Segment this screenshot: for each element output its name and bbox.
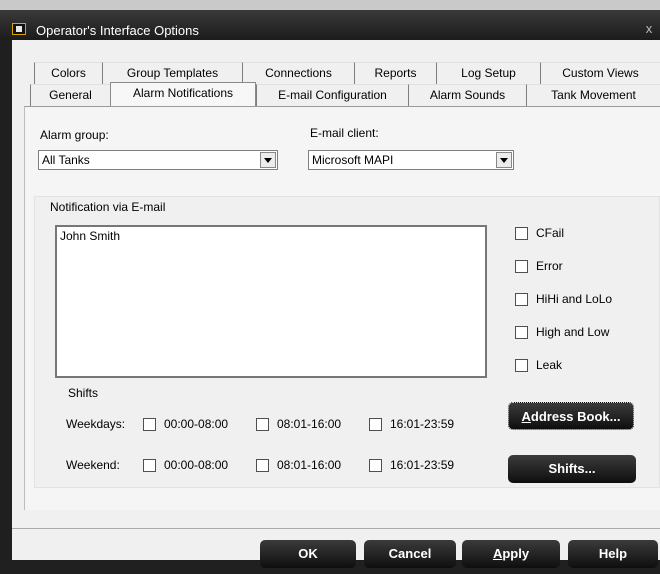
weekday-shift2-label: 08:01-16:00 (277, 417, 342, 431)
email-client-select[interactable]: Microsoft MAPI (308, 150, 514, 170)
high-low-checkbox[interactable] (515, 326, 528, 339)
weekend-shift3-label: 16:01-23:59 (390, 458, 455, 472)
tab-connections[interactable]: Connections (242, 62, 354, 84)
tab-reports[interactable]: Reports (354, 62, 436, 84)
window-frame-left (0, 40, 12, 574)
alarm-group-label: Alarm group: (40, 128, 109, 142)
weekday-shift1-checkbox[interactable] (143, 418, 156, 431)
tab-colors[interactable]: Colors (34, 62, 102, 84)
weekend-shift1-checkbox[interactable] (143, 459, 156, 472)
ok-button[interactable]: OK (260, 540, 356, 568)
chevron-down-icon[interactable] (260, 152, 276, 168)
tab-group-templates[interactable]: Group Templates (102, 62, 242, 84)
leak-checkbox[interactable] (515, 359, 528, 372)
weekdays-label: Weekdays: (66, 417, 126, 431)
weekend-label: Weekend: (66, 458, 120, 472)
hihi-lolo-label: HiHi and LoLo (536, 292, 613, 306)
help-button[interactable]: Help (568, 540, 658, 568)
leak-label: Leak (536, 358, 563, 372)
title-bar: Operator's Interface Options x (0, 0, 660, 40)
tab-log-setup[interactable]: Log Setup (436, 62, 540, 84)
weekday-shift2-checkbox[interactable] (256, 418, 269, 431)
tab-email-configuration[interactable]: E-mail Configuration (256, 84, 408, 106)
close-icon[interactable]: x (642, 21, 656, 36)
weekday-shift1-label: 00:00-08:00 (164, 417, 229, 431)
email-client-value: Microsoft MAPI (312, 153, 394, 167)
shifts-button[interactable]: Shifts... (508, 455, 636, 483)
shifts-title: Shifts (68, 386, 99, 400)
cfail-checkbox[interactable] (515, 227, 528, 240)
error-checkbox[interactable] (515, 260, 528, 273)
bottom-divider (12, 528, 660, 529)
address-book-mnemonic: A (521, 409, 531, 424)
alarm-group-select[interactable]: All Tanks (38, 150, 278, 170)
window-title: Operator's Interface Options (36, 23, 199, 38)
hihi-lolo-checkbox[interactable] (515, 293, 528, 306)
email-client-label: E-mail client: (310, 126, 379, 140)
chevron-down-icon[interactable] (496, 152, 512, 168)
address-book-label: ddress Book... (530, 409, 621, 424)
list-item[interactable]: John Smith (60, 229, 482, 243)
tab-alarm-notifications[interactable]: Alarm Notifications (110, 82, 256, 106)
high-low-label: High and Low (536, 325, 610, 339)
tab-tank-movement[interactable]: Tank Movement (526, 84, 660, 106)
cfail-label: CFail (536, 226, 565, 240)
weekend-shift3-checkbox[interactable] (369, 459, 382, 472)
weekend-shift1-label: 00:00-08:00 (164, 458, 229, 472)
weekend-shift2-checkbox[interactable] (256, 459, 269, 472)
notification-group-label: Notification via E-mail (50, 200, 166, 214)
apply-button[interactable]: Apply (462, 540, 560, 568)
weekday-shift3-label: 16:01-23:59 (390, 417, 455, 431)
apply-label: pply (502, 546, 530, 561)
app-icon (12, 23, 26, 35)
tab-custom-views[interactable]: Custom Views (540, 62, 660, 84)
tab-alarm-sounds[interactable]: Alarm Sounds (408, 84, 526, 106)
recipient-list[interactable]: John Smith (55, 225, 487, 378)
weekday-shift3-checkbox[interactable] (369, 418, 382, 431)
weekend-shift2-label: 08:01-16:00 (277, 458, 342, 472)
apply-mnemonic: A (492, 546, 503, 561)
address-book-button[interactable]: Address Book... (508, 402, 634, 430)
cancel-button[interactable]: Cancel (364, 540, 456, 568)
tab-general[interactable]: General (30, 84, 110, 106)
error-label: Error (536, 259, 563, 273)
alarm-group-value: All Tanks (42, 153, 90, 167)
